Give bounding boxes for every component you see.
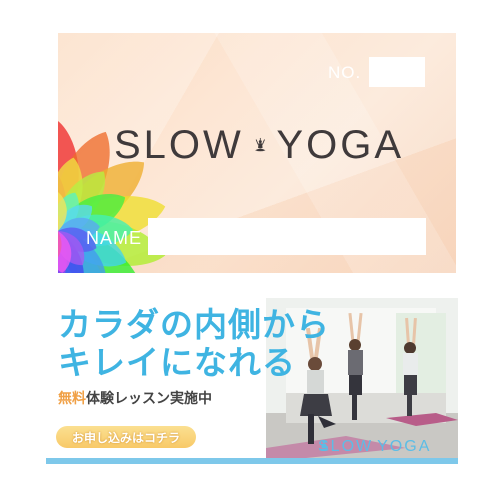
brand-logo-left: SLOW (114, 122, 244, 167)
accent-divider (46, 458, 458, 464)
meditation-figure-icon (319, 440, 329, 451)
member-name-label: NAME (86, 228, 143, 248)
photo-brand-right: YOGA (377, 438, 432, 455)
membership-card: NO. SLOW YOGA NAME (58, 33, 456, 273)
trial-lesson-text: 体験レッスン実施中 (86, 391, 212, 407)
trial-lesson-notice: 無料体験レッスン実施中 (58, 388, 212, 408)
member-name-field[interactable] (148, 218, 426, 255)
trial-lesson-banner[interactable]: SLOW YOGA カラダの内側から キレイになれる 無料体験レッスン実施中 お… (46, 298, 458, 468)
member-number-label: NO. (328, 63, 362, 82)
brand-logo: SLOW YOGA (114, 121, 404, 169)
brand-logo-right: YOGA (276, 122, 404, 167)
banner-headline: カラダの内側から キレイになれる (58, 306, 330, 382)
meditation-figure-icon (254, 137, 266, 152)
headline-line-1: カラダの内側から (58, 305, 330, 344)
member-number-field[interactable] (369, 57, 425, 87)
free-tag: 無料 (58, 391, 86, 407)
photo-brand-logo: SLOW YOGA (318, 438, 431, 456)
apply-button[interactable]: お申し込みはコチラ (56, 426, 196, 448)
headline-line-2: キレイになれる (58, 343, 296, 382)
